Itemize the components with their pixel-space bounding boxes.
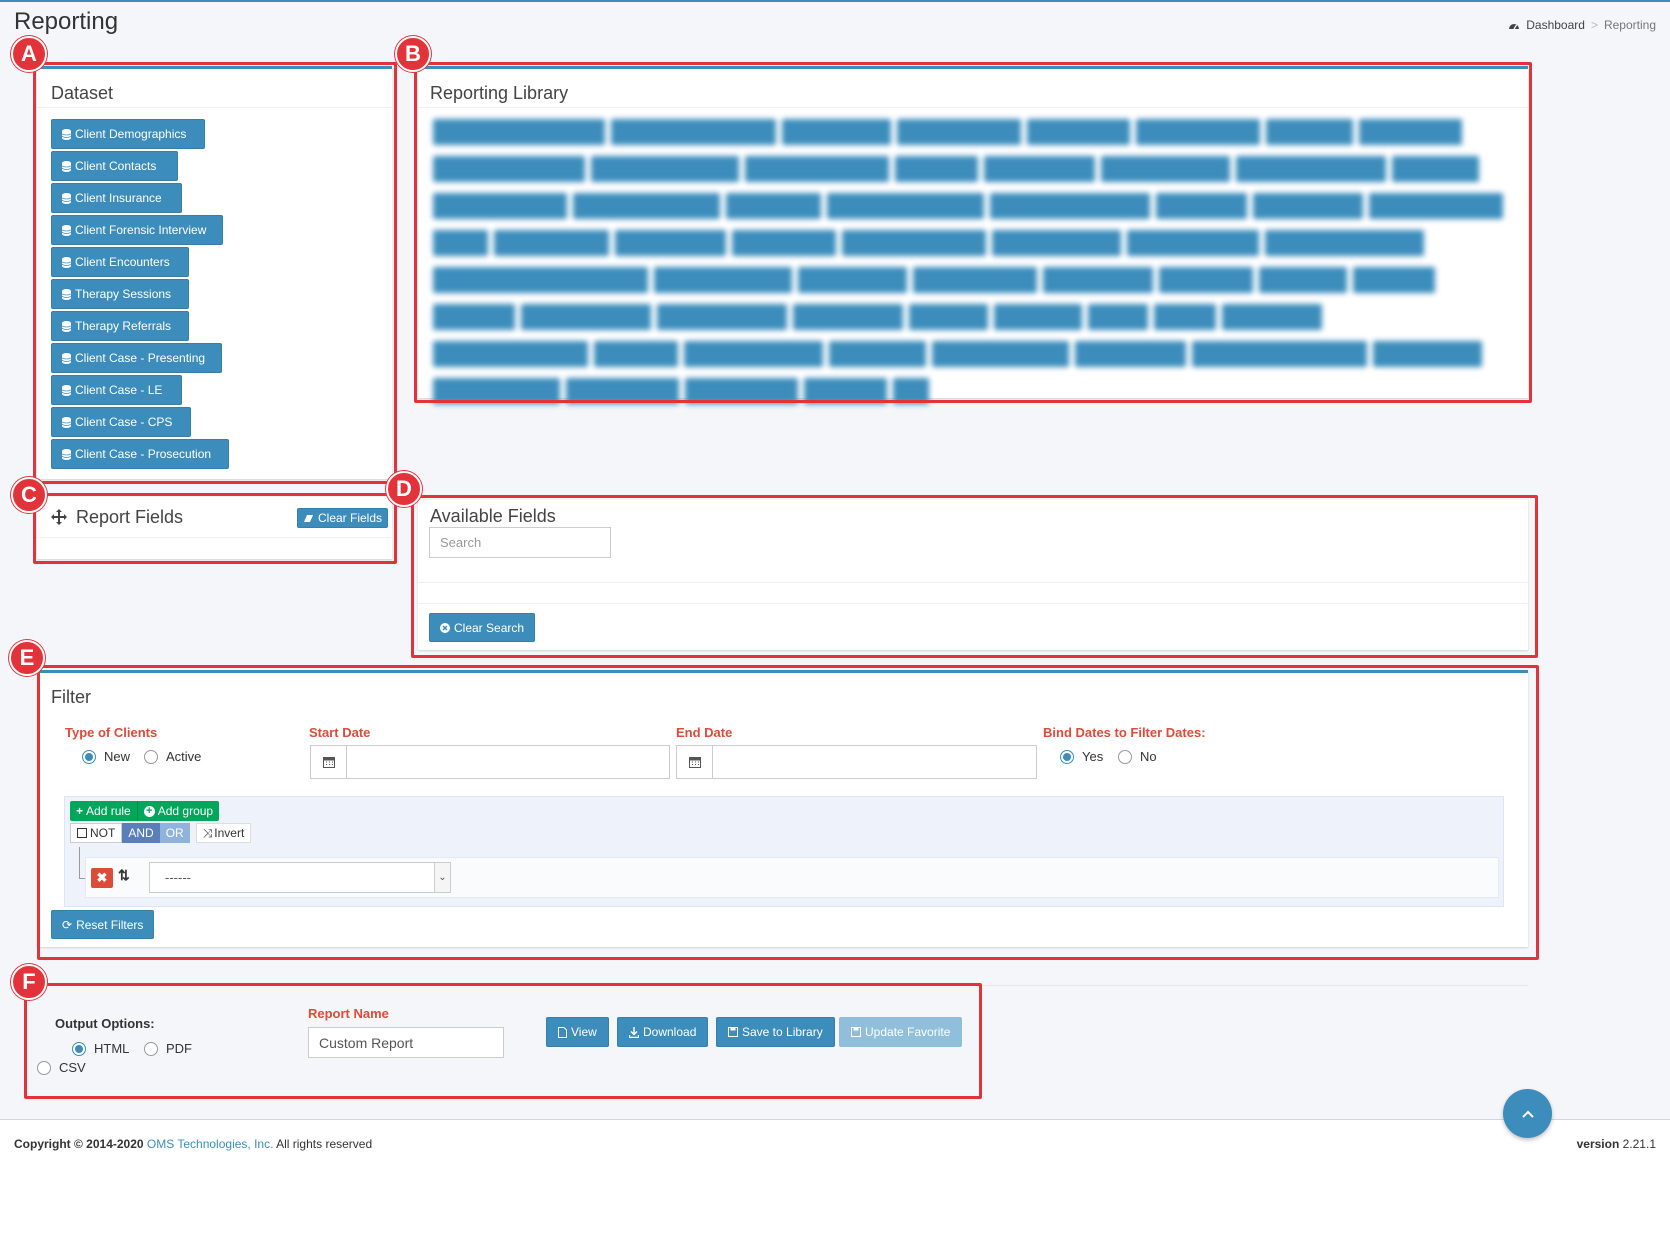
scroll-to-top-button[interactable]: [1503, 1089, 1552, 1138]
annotation-badge-c: C: [11, 477, 47, 513]
annotation-badge-a: A: [11, 36, 47, 72]
breadcrumb-current: Reporting: [1603, 18, 1656, 32]
highlight-f: [24, 983, 982, 1099]
highlight-c: [33, 493, 397, 564]
rights-text: All rights reserved: [276, 1137, 373, 1151]
annotation-badge-f: F: [11, 964, 47, 1000]
breadcrumb-dashboard-link[interactable]: Dashboard: [1526, 18, 1585, 32]
footer-version: version 2.21.1: [1577, 1137, 1656, 1151]
chevron-up-icon: [1521, 1110, 1534, 1118]
annotation-badge-e: E: [9, 640, 45, 676]
page-title: Reporting: [14, 8, 119, 35]
version-number: 2.21.1: [1622, 1137, 1656, 1151]
version-label: version: [1576, 1137, 1620, 1151]
highlight-e: [37, 665, 1539, 960]
company-link[interactable]: OMS Technologies, Inc.: [147, 1137, 274, 1151]
annotation-badge-b: B: [395, 36, 431, 72]
breadcrumb: Dashboard > Reporting: [1508, 18, 1656, 32]
highlight-b: [414, 62, 1532, 403]
annotation-badge-d: D: [386, 471, 422, 507]
copyright-text: Copyright © 2014-2020: [14, 1137, 144, 1151]
highlight-a: [33, 62, 397, 484]
dashboard-icon: [1509, 24, 1520, 30]
page-header: [0, 2, 1670, 38]
breadcrumb-separator: >: [1590, 18, 1598, 32]
footer-copyright: Copyright © 2014-2020 OMS Technologies, …: [14, 1137, 372, 1151]
highlight-d: [411, 495, 1538, 658]
